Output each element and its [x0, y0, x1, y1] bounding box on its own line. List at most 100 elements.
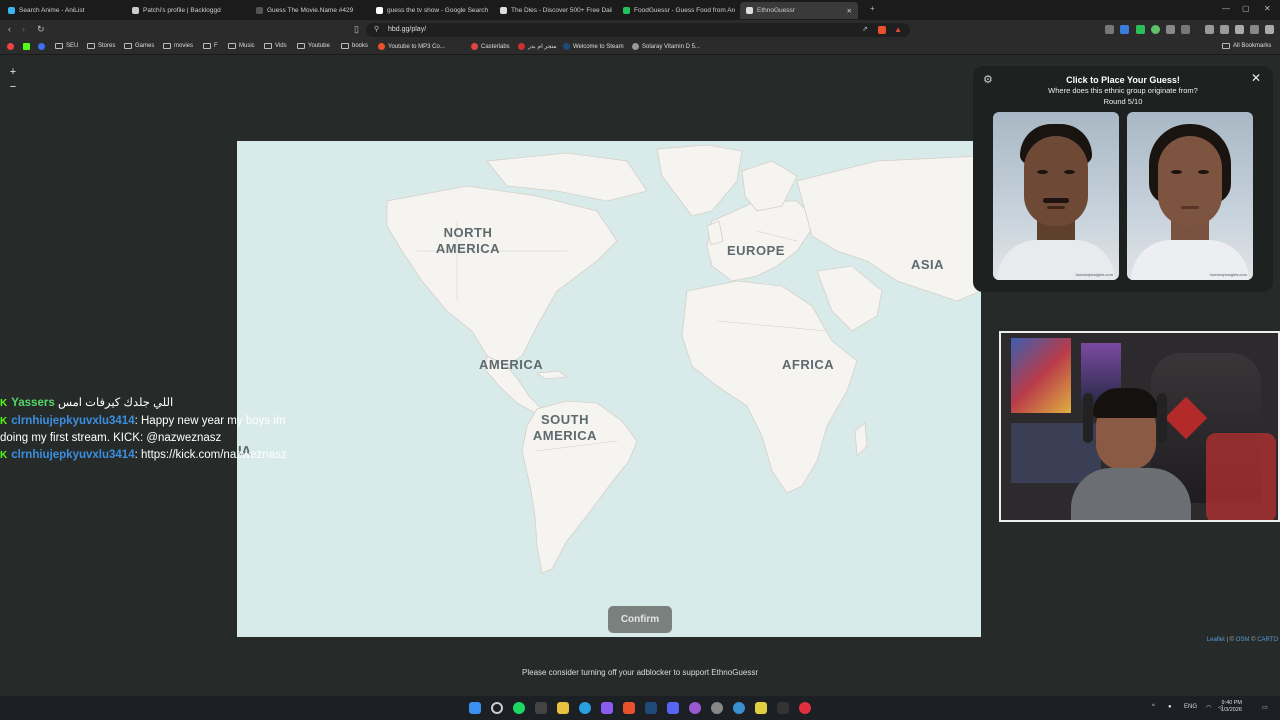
bookmark-item[interactable]: movies	[163, 43, 193, 49]
bookmark-item[interactable]: Stores	[87, 43, 115, 49]
bookmark-item[interactable]: Youtube to MP3 Co...	[378, 43, 445, 50]
discord-icon[interactable]	[667, 702, 679, 714]
browser-tab[interactable]: guess the tv show - Google Search	[370, 2, 488, 19]
bookmark-item[interactable]: Youtube	[297, 43, 330, 49]
world-map[interactable]: NORTH AMERICA EUROPE ASIA AMERICA AFRICA…	[237, 141, 981, 637]
search-icon[interactable]	[491, 702, 503, 714]
tab-label: Patchi's profile | Backloggd	[143, 7, 221, 14]
app-icon[interactable]	[689, 702, 701, 714]
reload-icon[interactable]: ↻	[37, 24, 45, 35]
close-icon[interactable]: ✕	[1251, 71, 1261, 85]
clock[interactable]: 9:40 PM 1/3/2026	[1221, 700, 1242, 714]
app-icon[interactable]	[579, 702, 591, 714]
brave-icon[interactable]	[623, 702, 635, 714]
browser-tab[interactable]: EthnoGuessr ✕	[740, 2, 858, 19]
bookmark-site-icon[interactable]	[38, 43, 45, 50]
bookmark-item[interactable]: Music	[228, 43, 255, 49]
folder-icon	[203, 43, 211, 49]
tab-label: Search Anime - AniList	[19, 7, 85, 14]
panel-title: Click to Place Your Guess!	[1066, 75, 1180, 85]
site-info-icon[interactable]: ⚲	[374, 23, 379, 37]
extension-icon[interactable]	[1166, 25, 1175, 34]
bookmark-site-icon[interactable]	[7, 43, 14, 50]
share-icon[interactable]: ⇗	[862, 23, 868, 37]
extension-icon[interactable]	[1181, 25, 1190, 34]
back-icon[interactable]: ‹	[8, 24, 11, 34]
extension-icon[interactable]	[1136, 25, 1145, 34]
close-tab-icon[interactable]: ✕	[847, 7, 852, 15]
bookmark-page-icon[interactable]: ▯	[354, 24, 359, 35]
mic-icon[interactable]: ●	[1168, 704, 1172, 710]
file-explorer-icon[interactable]	[557, 702, 569, 714]
confirm-button[interactable]: Confirm	[608, 606, 672, 633]
bookmark-item[interactable]: Games	[124, 43, 154, 49]
extensions-puzzle-icon[interactable]	[1235, 25, 1244, 34]
leaflet-link[interactable]: Leaflet	[1207, 637, 1225, 643]
bookmarks-bar: SEU Stores Games movies F Music Vids Youtube boo…	[0, 40, 1280, 55]
brave-shield-icon[interactable]	[878, 26, 886, 34]
bookmark-item[interactable]: متجر ام بدر	[518, 43, 557, 50]
browser-tab[interactable]: Guess The Movie.Name #429	[250, 2, 365, 19]
bookmark-item[interactable]: Welcome to Steam	[563, 43, 624, 50]
language-indicator[interactable]: ENG	[1184, 704, 1197, 710]
start-menu-icon[interactable]	[469, 702, 481, 714]
maximize-icon[interactable]: ▢	[1242, 4, 1250, 13]
osm-link[interactable]: OSM	[1236, 637, 1250, 643]
zoom-out-button[interactable]: −	[6, 80, 20, 94]
panel-question: Where does this ethnic group originate f…	[1048, 86, 1198, 95]
app-icon[interactable]	[755, 702, 767, 714]
tab-favicon-icon	[8, 7, 15, 14]
folder-icon	[228, 43, 236, 49]
carto-link[interactable]: CARTO	[1257, 637, 1278, 643]
bookmark-item[interactable]: F	[203, 43, 218, 49]
bookmark-item[interactable]: books	[341, 43, 368, 49]
tray-chevron-icon[interactable]: ^	[1152, 704, 1155, 710]
wallet-icon[interactable]	[1220, 25, 1229, 34]
steam-icon[interactable]	[645, 702, 657, 714]
menu-icon[interactable]	[1265, 25, 1274, 34]
bookmark-label: Youtube	[308, 43, 330, 49]
vpn-icon[interactable]	[1250, 25, 1259, 34]
app-icon[interactable]	[777, 702, 789, 714]
forward-icon[interactable]: ›	[22, 24, 25, 34]
minimize-icon[interactable]: —	[1222, 4, 1230, 13]
app-icon[interactable]	[733, 702, 745, 714]
all-bookmarks-button[interactable]: All Bookmarks	[1222, 43, 1271, 49]
tab-favicon-icon	[500, 7, 507, 14]
browser-tab[interactable]: Patchi's profile | Backloggd	[126, 2, 244, 19]
extension-icon[interactable]	[1120, 25, 1129, 34]
brave-rewards-icon[interactable]: ▲	[894, 23, 902, 37]
bookmark-label: Casterlabs	[481, 43, 510, 50]
tab-favicon-icon	[376, 7, 383, 14]
spotify-icon[interactable]	[513, 702, 525, 714]
zoom-in-button[interactable]: +	[6, 65, 20, 79]
app-icon[interactable]	[601, 702, 613, 714]
bookmark-kick-icon[interactable]	[23, 43, 30, 50]
wifi-icon[interactable]: ◠	[1206, 704, 1211, 711]
browser-tab[interactable]: Search Anime - AniList	[2, 2, 120, 19]
bookmark-item[interactable]: Casterlabs	[471, 43, 510, 50]
chat-message: K Yassers اللي جلدك كيرفات امس	[0, 395, 290, 413]
folder-icon	[163, 43, 171, 49]
browser-tab[interactable]: The Dles - Discover 500+ Free Daily	[494, 2, 612, 19]
bookmark-item[interactable]: Solaray Vitamin D 5...	[632, 43, 700, 50]
extension-icon[interactable]	[1151, 25, 1160, 34]
close-window-icon[interactable]: ✕	[1264, 4, 1271, 13]
address-bar[interactable]: ⚲ hbd.gg/play/ ⇗ ▲	[366, 23, 910, 37]
clock-date: 1/3/2026	[1220, 707, 1242, 713]
attribution-separator: | ©	[1224, 637, 1236, 643]
chat-username: clrnhiujepkyuvxlu3414	[11, 448, 135, 461]
label-africa: AFRICA	[782, 357, 835, 372]
new-tab-icon[interactable]: +	[870, 4, 875, 13]
bookmark-item[interactable]: Vids	[264, 43, 287, 49]
extension-icon[interactable]	[1105, 25, 1114, 34]
site-favicon-icon	[563, 43, 570, 50]
browser-tab[interactable]: FoodGuessr - Guess Food from Arou	[617, 2, 735, 19]
bookmark-item[interactable]: SEU	[55, 43, 78, 49]
app-icon[interactable]	[711, 702, 723, 714]
sidebar-icon[interactable]	[1205, 25, 1214, 34]
app-icon[interactable]	[535, 702, 547, 714]
app-icon[interactable]	[799, 702, 811, 714]
tab-label: guess the tv show - Google Search	[387, 7, 488, 14]
notifications-icon[interactable]: ▭	[1262, 704, 1268, 711]
